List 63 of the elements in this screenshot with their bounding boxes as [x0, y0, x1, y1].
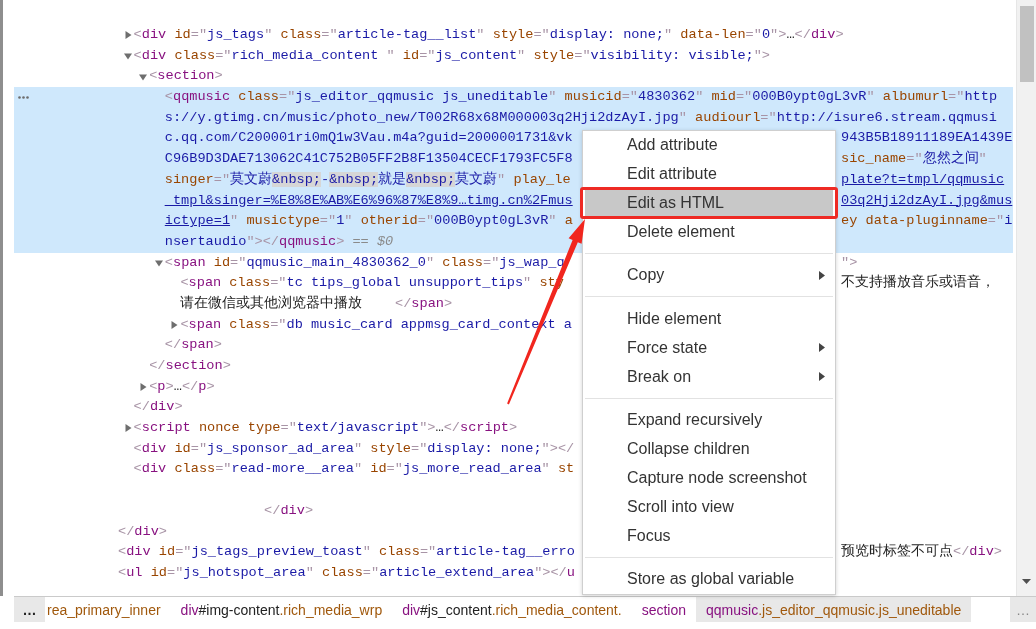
disclosure-triangle-icon[interactable] [123, 31, 132, 40]
html-code-fragment: 943B5B18911189EA1439E [841, 130, 1013, 146]
menu-item[interactable]: Force state [585, 333, 833, 363]
html-code-line: C96B9D3DAE713062C41C752B05FF2B8F13504CECF1793FC5F8 [164, 151, 573, 167]
html-code-line: <script nonce type="text/javascript">…</script> [133, 420, 518, 436]
html-code-line: ictype=1" musictype="1" otherid="000B0ypt0gL3vR" a [164, 213, 573, 229]
html-code-line: <p>…</p> [149, 378, 215, 394]
code-link[interactable]: ictype=1 [164, 213, 231, 229]
breadcrumb-item[interactable]: qqmusic.js_editor_qqmusic.js_uneditable [696, 597, 972, 622]
html-code-fragment: ey data-pluginname="i [841, 213, 1013, 229]
breadcrumb-item[interactable]: div#img-content.rich_media_wrp [170, 597, 393, 622]
html-code-line: </div> [118, 523, 167, 539]
scrollbar[interactable] [1016, 0, 1036, 596]
menu-item[interactable]: Delete element [585, 217, 833, 247]
html-code-fragment: 不支持播放音乐或语音， [841, 275, 995, 291]
html-code-line: </section> [149, 358, 231, 373]
html-code-line: <div id="js_tags" class="article-tag__list" style="display: none;" data-len="0">…</div> [133, 27, 844, 42]
menu-item[interactable]: Add attribute [585, 130, 833, 160]
html-code-line: <div id="js_sponsor_ad_area" style="display: none;"></ [133, 440, 575, 456]
breadcrumb-item[interactable]: section [631, 597, 696, 622]
menu-item[interactable]: Expand recursively [585, 405, 833, 435]
menu-item[interactable]: Scroll into view [585, 492, 833, 522]
html-code-line: 请在微信或其他浏览器中播放 </span> [180, 295, 453, 311]
disclosure-triangle-icon[interactable] [139, 383, 148, 392]
menu-item[interactable]: Hide element [585, 303, 833, 334]
ellipsis-icon[interactable] [18, 95, 29, 99]
menu-item[interactable]: Collapse children [585, 434, 833, 464]
disclosure-triangle-icon[interactable] [170, 320, 179, 329]
breadcrumb-scroll-button[interactable]: … [14, 597, 45, 622]
menu-item[interactable]: Edit attribute [585, 159, 833, 189]
breadcrumb-item[interactable]: div#js_content.rich_media_content. [392, 597, 632, 622]
menu-item[interactable]: Focus [585, 521, 833, 551]
code-link[interactable]: 03q2Hji2dzAyI.jpg&mus [841, 192, 1013, 208]
html-code-line: c.qq.com/C200001ri0mQ1w3Vau.m4a?guid=2000001731&vk [164, 130, 573, 146]
menu-item[interactable]: Copy [585, 260, 833, 290]
scrollbar-thumb[interactable] [1019, 6, 1034, 82]
html-code-line: s://y.gtimg.cn/music/photo_new/T002R68x68M000003q2Hji2dzAyI.jpg" audiourl="http://isure6.stream.qqmusi [164, 109, 997, 125]
menu-item[interactable]: Store as global variable [585, 564, 833, 594]
html-code-line: <section> [149, 68, 223, 84]
html-code-line: <ul id="js_hotspot_area" class="article_extend_area"></u [118, 564, 575, 580]
disclosure-triangle-icon[interactable] [154, 258, 163, 267]
html-code-line: <div class="rich_media_content " id="js_content" style="visibility: visible;"> [133, 47, 771, 63]
disclosure-triangle-icon[interactable] [123, 52, 132, 61]
menu-item[interactable]: Capture node screenshot [585, 463, 833, 493]
html-code-line: <div id="js_tags_preview_toast" class="article-tag__erro [118, 544, 575, 560]
html-code-line: <div class="read-more__area" id="js_more_read_area" st [133, 461, 575, 477]
html-code-line: </div> [264, 502, 314, 518]
menu-item[interactable]: Break on [585, 362, 833, 392]
scroll-down-arrow-icon[interactable] [1022, 579, 1031, 584]
code-link[interactable]: plate?t=tmpl/qqmusic [841, 171, 1005, 187]
html-code-line: singer="莫文蔚&nbsp;-&nbsp;就是&nbsp;莫文蔚" play_le [164, 171, 571, 187]
html-code-line: </span> [164, 337, 222, 353]
html-code-line: nsertaudio"></qqmusic> == $0 [164, 233, 394, 249]
html-code-fragment: "> [841, 254, 858, 270]
html-code-fragment: sic_name="忽然之间" [841, 151, 987, 167]
disclosure-triangle-icon[interactable] [123, 424, 132, 433]
html-code-line: </div> [133, 399, 183, 415]
code-link[interactable]: _tmpl&singer=%E8%8E%AB%E6%96%87%E8%9…timg.cn%2Fmus [164, 192, 573, 208]
html-code-line: <qqmusic class="js_editor_qqmusic js_uneditable" musicid="4830362" mid="000B0ypt0gL3vR" albumurl="http [164, 89, 998, 105]
html-code-line: <span id="qqmusic_main_4830362_0" class="js_wap_q [164, 254, 565, 270]
breadcrumb-item[interactable]: rea_primary_inner [45, 597, 171, 622]
disclosure-triangle-icon[interactable] [139, 72, 148, 81]
html-code-fragment: 预览时标签不可点</div> [841, 544, 1002, 560]
